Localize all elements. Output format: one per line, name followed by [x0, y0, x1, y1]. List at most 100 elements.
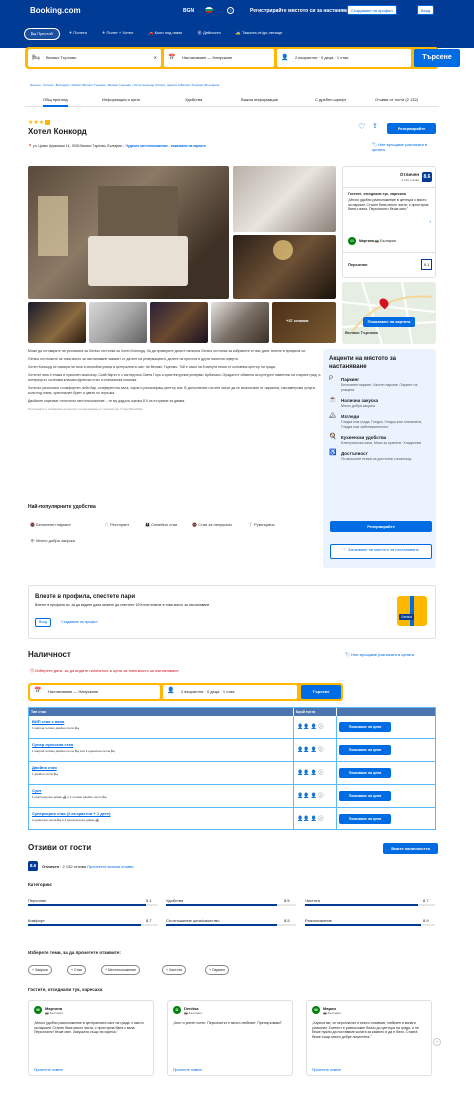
review-text: „Много удобно разположение в централната… — [34, 1021, 144, 1034]
avatar: М — [312, 1006, 320, 1014]
topic-location[interactable]: + Местоположение — [101, 965, 141, 975]
room-name-link[interactable]: Суперкорна стая (2 възрастни + 1 дете) — [32, 811, 110, 816]
highlights-reserve-button[interactable]: Резервирайте — [330, 521, 432, 532]
genius-create-link[interactable]: Създаване на профил — [61, 620, 97, 624]
nav-stays[interactable]: 🛏 Престой — [24, 28, 60, 40]
tabs: Общ преглед Информация и цени Удобства В… — [25, 95, 439, 107]
staff-score: 9.1 — [421, 259, 432, 270]
nav-attractions[interactable]: 🎡 Дейности — [191, 28, 227, 38]
show-prices-button[interactable]: Показване на цени — [339, 768, 391, 778]
next-arrow-icon[interactable]: › — [433, 1038, 441, 1046]
topic-cleanliness[interactable]: + Чистота — [162, 965, 186, 975]
signup-button[interactable]: Създаване на профил — [347, 5, 397, 15]
chevron-right-icon[interactable]: › — [429, 219, 431, 225]
topic-room[interactable]: + Стая — [67, 965, 86, 975]
bathroom-photo[interactable] — [233, 166, 336, 232]
guests-icon: 👤👤 👤 ⓘ — [297, 770, 324, 776]
topic-breakfast[interactable]: + Закуска — [28, 965, 52, 975]
nav-car-rental[interactable]: 🚗 Коли под наем — [142, 28, 187, 38]
show-prices-button[interactable]: Показване на цени — [339, 745, 391, 755]
save-property-button[interactable]: ♡ Запазване на мястото за настаняване — [330, 544, 432, 559]
guests-icon: 👤👤 👤 ⓘ — [297, 793, 324, 799]
room-beds: 2 единични легла 🛏 и 1 разтегателен дива… — [32, 818, 100, 822]
guests-icon: 👤👤 👤 ⓘ — [297, 724, 324, 730]
cocktail-icon: 🍸 — [248, 522, 253, 527]
room-name-link[interactable]: Суит — [32, 788, 42, 793]
reception-photo[interactable] — [211, 302, 269, 343]
tab-facilities[interactable]: Удобства — [185, 97, 202, 102]
highlight-head: Изгледи — [341, 414, 360, 419]
booking-logo[interactable]: Booking.com — [30, 6, 81, 15]
tab-reviews[interactable]: Отзиви от гости (2 132) — [375, 97, 418, 102]
tab-house-rules[interactable]: Важна информация — [241, 97, 278, 102]
list-property-link[interactable]: Регистрирайте мястото си за настаняване — [250, 8, 355, 14]
avail-search-button[interactable]: Търсене — [301, 685, 341, 699]
date-field[interactable]: 📅 Настаняване — Напускане — [164, 49, 274, 67]
tab-fine-print[interactable]: С дребен шрифт — [315, 97, 346, 102]
clear-icon[interactable]: ✕ — [154, 55, 157, 60]
room-name-link[interactable]: ВИП стая с вана — [32, 719, 64, 724]
help-icon[interactable]: ? — [227, 7, 234, 14]
tab-info-prices[interactable]: Информация и цени — [102, 97, 140, 102]
night-photo[interactable] — [150, 302, 208, 343]
lobby-photo[interactable] — [233, 235, 336, 299]
show-prices-button[interactable]: Показване на цени — [339, 722, 391, 732]
heart-icon[interactable]: ♡ — [358, 122, 365, 131]
room-name-link[interactable]: Супер луксозна стая — [32, 742, 73, 747]
nav-label: Таксита от/до летище — [242, 30, 283, 35]
read-more-link[interactable]: Прочетете повече — [34, 1068, 63, 1072]
category-name: Комфорт — [28, 918, 45, 923]
exterior-photo[interactable] — [28, 302, 86, 343]
language-flag-icon[interactable] — [205, 7, 213, 13]
room-photo[interactable] — [89, 302, 147, 343]
map-preview[interactable]: Велико Търново Показване на картата — [342, 282, 436, 344]
see-availability-button[interactable]: Вижте наличността — [383, 843, 438, 854]
share-icon[interactable]: ⇪ — [372, 122, 378, 130]
reserve-button[interactable]: Резервирайте — [387, 123, 436, 134]
table-row: Двойна стая 1 двойно легло 🛏 👤👤 👤 ⓘ Показва… — [29, 762, 435, 785]
reviews-label: Отличен — [42, 864, 59, 869]
category-bar — [305, 924, 435, 926]
col-guests: Брой гости — [294, 708, 336, 716]
plane-icon: ✈ — [68, 30, 73, 35]
genius-signin-button[interactable]: Вход — [35, 618, 51, 627]
calendar-icon: 📅 — [168, 55, 176, 61]
room-beds: 1 двойно легло 🛏 — [32, 772, 58, 776]
price-match-link[interactable]: 🏷 Ние връщаме разликата в цената — [372, 142, 432, 152]
signin-button[interactable]: Вход — [417, 5, 435, 15]
show-map-link[interactable]: Чудесно местоположение - показване на ка… — [126, 144, 206, 148]
show-map-button[interactable]: Показване на картата — [363, 317, 415, 327]
read-more-link[interactable]: Прочетете повече — [312, 1068, 341, 1072]
nav-flights[interactable]: ✈ Полети — [63, 28, 93, 38]
search-button[interactable]: Търсене — [414, 49, 460, 67]
read-all-reviews-link[interactable]: Прочетете всички отзиви — [87, 864, 133, 869]
destination-field[interactable]: 🛏 Велико Търново ✕ — [28, 49, 161, 67]
address-text: ул. Цанко Церковски 14 , 5000 Велико Тър… — [33, 144, 125, 148]
tag-icon: 🏷 — [345, 652, 351, 657]
category-score: 8.7 — [423, 898, 429, 903]
avail-date-field[interactable]: 📅 Настаняване — Напускане — [30, 685, 160, 699]
topic-parking[interactable]: + Паркинг — [205, 965, 230, 975]
guests-field[interactable]: 👤 2 възрастни · 0 деца · 1 стая — [277, 49, 411, 67]
highlight-head: Налична закуска — [341, 398, 379, 403]
breadcrumb[interactable]: Начало › Хотели › България › Област Вели… — [30, 83, 219, 87]
read-more-link[interactable]: Прочетете повече — [173, 1068, 202, 1072]
reviews-title: Отзиви от гости — [28, 843, 92, 852]
top-header: Booking.com BGN ? Регистрирайте мястото … — [0, 0, 474, 48]
nav-taxi[interactable]: 🚕 Таксита от/до летище — [230, 28, 288, 38]
currency-selector[interactable]: BGN — [183, 8, 194, 14]
bed-icon: 🛏 — [32, 55, 40, 61]
highlight-text: Много добра закуска — [341, 404, 375, 408]
room-name-link[interactable]: Двойна стая — [32, 765, 57, 770]
more-photos[interactable]: +37 снимки — [272, 302, 336, 343]
main-photo[interactable] — [28, 166, 229, 299]
review-card: М Мартина 🇧🇬 България „Много удобно разполо… — [28, 1000, 154, 1076]
highlight-text: Електрическа кана, Маса за хранене, Хлад… — [341, 441, 422, 445]
show-prices-button[interactable]: Показване на цени — [339, 814, 391, 824]
avail-guests-field[interactable]: 👤 2 възрастни · 0 деца · 1 стая — [163, 685, 297, 699]
nav-flight-hotel[interactable]: ✈ Полет + Хотел — [96, 28, 139, 38]
date-value: Настаняване — Напускане — [182, 55, 233, 60]
availability-price-match[interactable]: 🏷 Ние връщаме разликата в цената — [345, 652, 414, 657]
tab-overview[interactable]: Общ преглед — [43, 97, 68, 107]
show-prices-button[interactable]: Показване на цени — [339, 791, 391, 801]
